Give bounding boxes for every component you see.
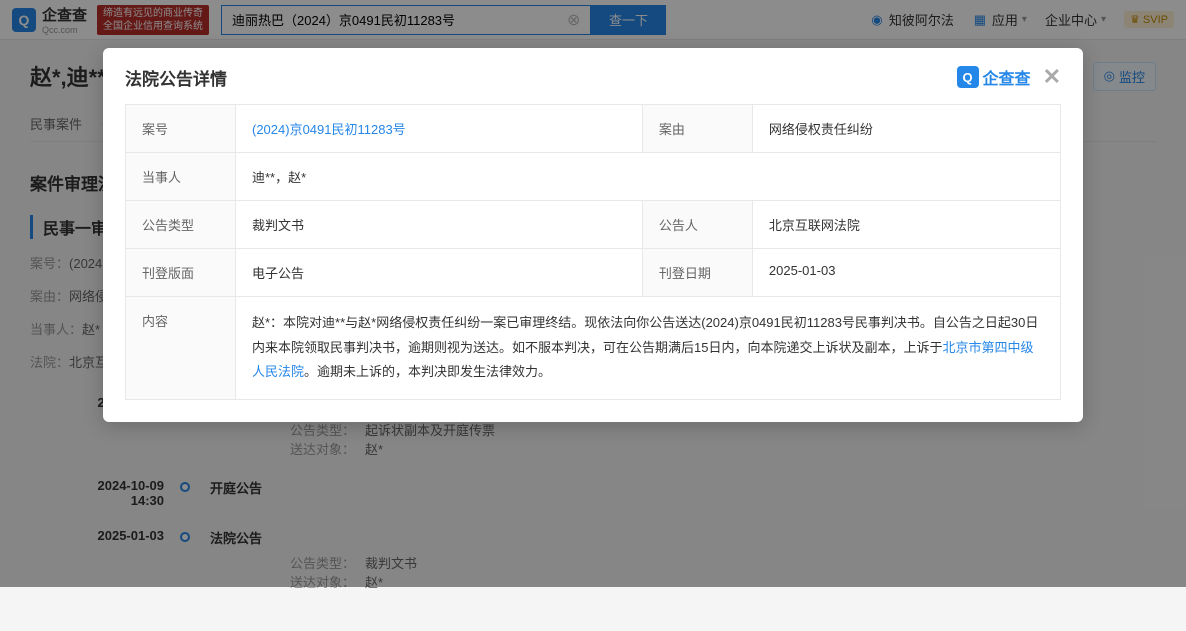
label-pubdate: 刊登日期	[642, 249, 752, 297]
label-case-no: 案号	[126, 105, 236, 153]
label-party: 当事人	[126, 153, 236, 201]
label-announcer: 公告人	[642, 201, 752, 249]
value-content: 赵*：本院对迪**与赵*网络侵权责任纠纷一案已审理终结。现依法向你公告送达(20…	[236, 297, 1061, 400]
case-no-link[interactable]: (2024)京0491民初11283号	[252, 122, 406, 137]
table-row: 当事人 迪**，赵*	[126, 153, 1061, 201]
modal-logo[interactable]: Q 企查查	[957, 65, 1031, 89]
table-row: 案号 (2024)京0491民初11283号 案由 网络侵权责任纠纷	[126, 105, 1061, 153]
value-reason: 网络侵权责任纠纷	[752, 105, 1060, 153]
modal-dialog: 法院公告详情 Q 企查查 ✕ 案号 (2024)京0491民初11283号 案由…	[103, 48, 1083, 422]
modal-header: 法院公告详情 Q 企查查 ✕	[103, 48, 1083, 104]
label-reason: 案由	[642, 105, 752, 153]
table-row: 刊登版面 电子公告 刊登日期 2025-01-03	[126, 249, 1061, 297]
value-party: 迪**，赵*	[236, 153, 1061, 201]
label-content: 内容	[126, 297, 236, 400]
value-type: 裁判文书	[236, 201, 643, 249]
modal-title: 法院公告详情	[125, 65, 227, 90]
table-row: 内容 赵*：本院对迪**与赵*网络侵权责任纠纷一案已审理终结。现依法向你公告送达…	[126, 297, 1061, 400]
value-pubdate: 2025-01-03	[752, 249, 1060, 297]
label-media: 刊登版面	[126, 249, 236, 297]
modal-logo-icon: Q	[957, 66, 979, 88]
table-row: 公告类型 裁判文书 公告人 北京互联网法院	[126, 201, 1061, 249]
detail-table: 案号 (2024)京0491民初11283号 案由 网络侵权责任纠纷 当事人 迪…	[125, 104, 1061, 400]
value-announcer: 北京互联网法院	[752, 201, 1060, 249]
modal-body: 案号 (2024)京0491民初11283号 案由 网络侵权责任纠纷 当事人 迪…	[103, 104, 1083, 422]
value-media: 电子公告	[236, 249, 643, 297]
label-type: 公告类型	[126, 201, 236, 249]
close-icon[interactable]: ✕	[1043, 64, 1061, 90]
